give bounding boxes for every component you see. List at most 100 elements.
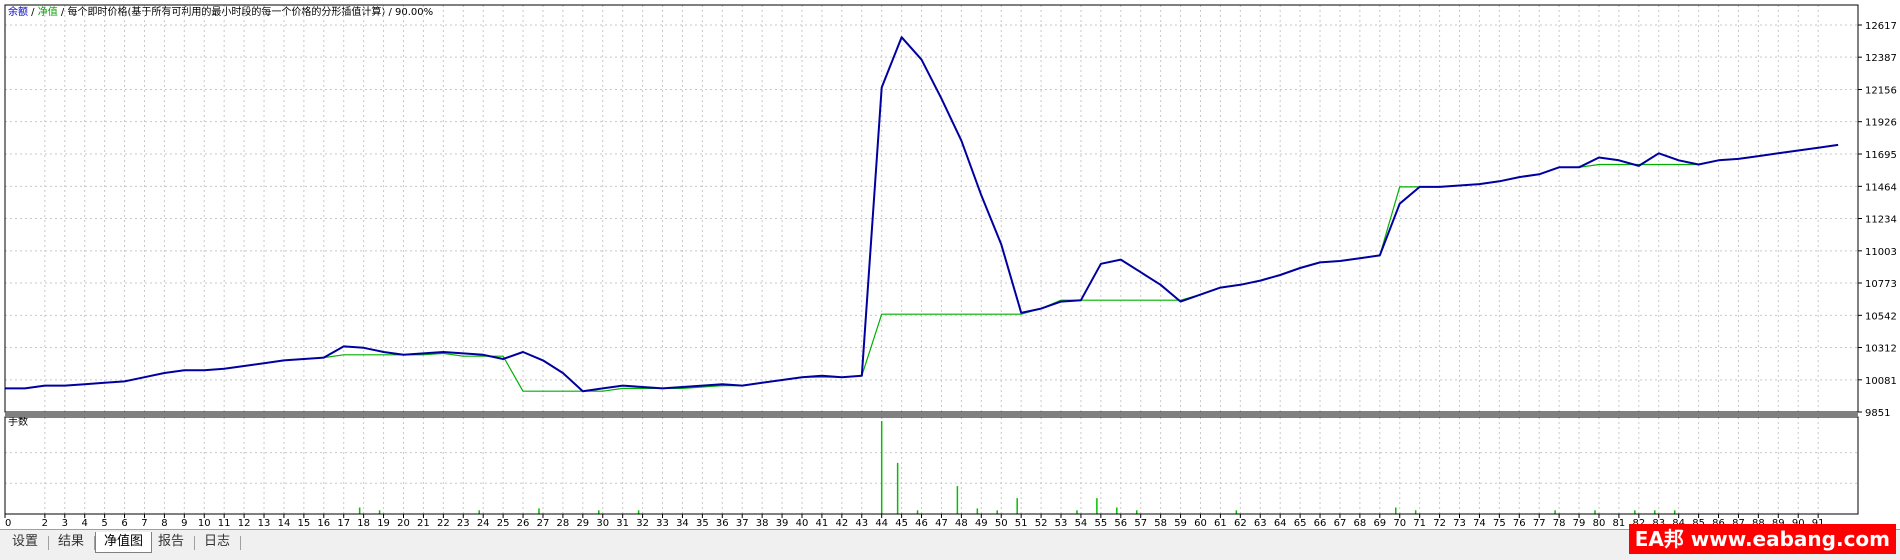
x-tick-label: 24 (477, 518, 490, 529)
x-tick-label: 80 (1593, 518, 1606, 529)
x-tick-label: 55 (1094, 518, 1107, 529)
x-tick-label: 25 (497, 518, 510, 529)
x-tick-label: 14 (278, 518, 291, 529)
x-tick-label: 64 (1274, 518, 1287, 529)
x-tick-label: 26 (517, 518, 530, 529)
x-tick-label: 68 (1354, 518, 1367, 529)
x-tick-label: 8 (161, 518, 167, 529)
x-tick-label: 20 (397, 518, 410, 529)
x-tick-label: 4 (82, 518, 88, 529)
y-tick-label: 10312 (1865, 344, 1897, 355)
equity-label: 净值 (38, 5, 58, 18)
y-tick-label: 11926 (1865, 118, 1897, 129)
main-grid (4, 5, 1858, 412)
x-tick-label: 71 (1413, 518, 1426, 529)
x-tick-label: 65 (1294, 518, 1307, 529)
bottom-tab-bar: 设置 结果 净值图 报告 日志 (0, 529, 1900, 560)
x-tick-label: 33 (656, 518, 669, 529)
x-tick-label: 58 (1154, 518, 1167, 529)
x-tick-label: 67 (1334, 518, 1347, 529)
x-tick-label: 62 (1234, 518, 1247, 529)
x-tick-label: 54 (1075, 518, 1088, 529)
x-tick-label: 27 (537, 518, 550, 529)
x-tick-label: 44 (875, 518, 888, 529)
x-tick-label: 6 (121, 518, 127, 529)
y-tick-label: 9851 (1865, 408, 1890, 419)
x-tick-label: 76 (1513, 518, 1526, 529)
x-tick-label: 15 (298, 518, 311, 529)
equity-chart: 余额 / 净值 / 每个即时价格(基于所有可利用的最小时段的每一个价格的分形插值… (4, 4, 1897, 529)
x-tick-label: 16 (317, 518, 330, 529)
title-separator: / (385, 7, 395, 18)
x-tick-label: 72 (1433, 518, 1446, 529)
x-tick-label: 21 (417, 518, 430, 529)
x-tick-label: 49 (975, 518, 988, 529)
x-tick-label: 23 (457, 518, 470, 529)
x-tick-label: 79 (1573, 518, 1586, 529)
x-tick-label: 74 (1473, 518, 1486, 529)
modeling-quality: 90.00% (395, 7, 433, 18)
y-tick-label: 12387 (1865, 53, 1897, 64)
x-tick-label: 47 (935, 518, 948, 529)
x-tick-label: 31 (616, 518, 629, 529)
x-tick-label: 28 (557, 518, 570, 529)
x-tick-label: 77 (1533, 518, 1546, 529)
x-tick-label: 70 (1393, 518, 1406, 529)
x-tick-label: 12 (238, 518, 251, 529)
x-tick-label: 40 (796, 518, 809, 529)
x-tick-label: 34 (676, 518, 689, 529)
model-description: 每个即时价格(基于所有可利用的最小时段的每一个价格的分形插值计算) (67, 5, 385, 18)
x-tick-label: 73 (1453, 518, 1466, 529)
watermark: EA邦 www.eabang.com (1628, 524, 1896, 554)
x-tick-label: 39 (776, 518, 789, 529)
x-tick-label: 30 (596, 518, 609, 529)
x-tick-label: 7 (141, 518, 147, 529)
tab-report[interactable]: 报告 (150, 532, 192, 552)
x-tick-label: 19 (377, 518, 390, 529)
y-tick-label: 12156 (1865, 86, 1897, 97)
x-tick-label: 35 (696, 518, 709, 529)
tab-equity-chart[interactable]: 净值图 (95, 532, 153, 553)
y-tick-label: 12617 (1865, 21, 1897, 32)
title-separator: / (58, 7, 68, 18)
x-tick-label: 13 (258, 518, 271, 529)
y-tick-label: 11003 (1865, 247, 1897, 258)
x-tick-label: 5 (101, 518, 107, 529)
x-tick-label: 29 (576, 518, 589, 529)
x-tick-label: 42 (835, 518, 848, 529)
x-tick-label: 75 (1493, 518, 1506, 529)
y-tick-label: 10081 (1865, 376, 1897, 387)
y-tick-label: 11234 (1865, 215, 1897, 226)
x-tick-label: 60 (1194, 518, 1207, 529)
panel-separator (5, 412, 1858, 417)
tab-settings[interactable]: 设置 (4, 532, 46, 552)
y-tick-label: 10542 (1865, 311, 1897, 322)
main-panel-frame (4, 4, 1859, 413)
x-tick-label: 51 (1015, 518, 1028, 529)
x-tick-label: 9 (181, 518, 187, 529)
volume-grid (4, 417, 1858, 514)
x-axis: 0 2 3 4 5 6 7 8 9 10 11 12 13 14 15 16 17 18 19 20 21 22 23 24 2… (4, 514, 1825, 529)
x-tick-label: 22 (437, 518, 450, 529)
x-tick-label: 2 (42, 518, 48, 529)
x-tick-label: 18 (357, 518, 370, 529)
y-axis: 12617 12387 12156 11926 11695 11464 11234 11003… (1858, 21, 1897, 419)
tab-divider (240, 536, 241, 550)
x-tick-label: 56 (1114, 518, 1127, 529)
x-tick-label: 11 (218, 518, 231, 529)
x-tick-label: 50 (995, 518, 1008, 529)
tab-results[interactable]: 结果 (50, 532, 92, 552)
x-tick-label: 43 (855, 518, 868, 529)
tab-journal[interactable]: 日志 (196, 532, 238, 552)
tab-divider (48, 536, 49, 550)
y-tick-label: 11695 (1865, 150, 1897, 161)
x-tick-label: 3 (62, 518, 68, 529)
x-tick-label: 46 (915, 518, 928, 529)
x-tick-label: 36 (716, 518, 729, 529)
x-tick-label: 38 (756, 518, 769, 529)
x-tick-label: 63 (1254, 518, 1267, 529)
x-tick-label: 66 (1314, 518, 1327, 529)
x-tick-label: 41 (816, 518, 829, 529)
x-tick-label: 69 (1373, 518, 1386, 529)
x-tick-label: 81 (1613, 518, 1626, 529)
